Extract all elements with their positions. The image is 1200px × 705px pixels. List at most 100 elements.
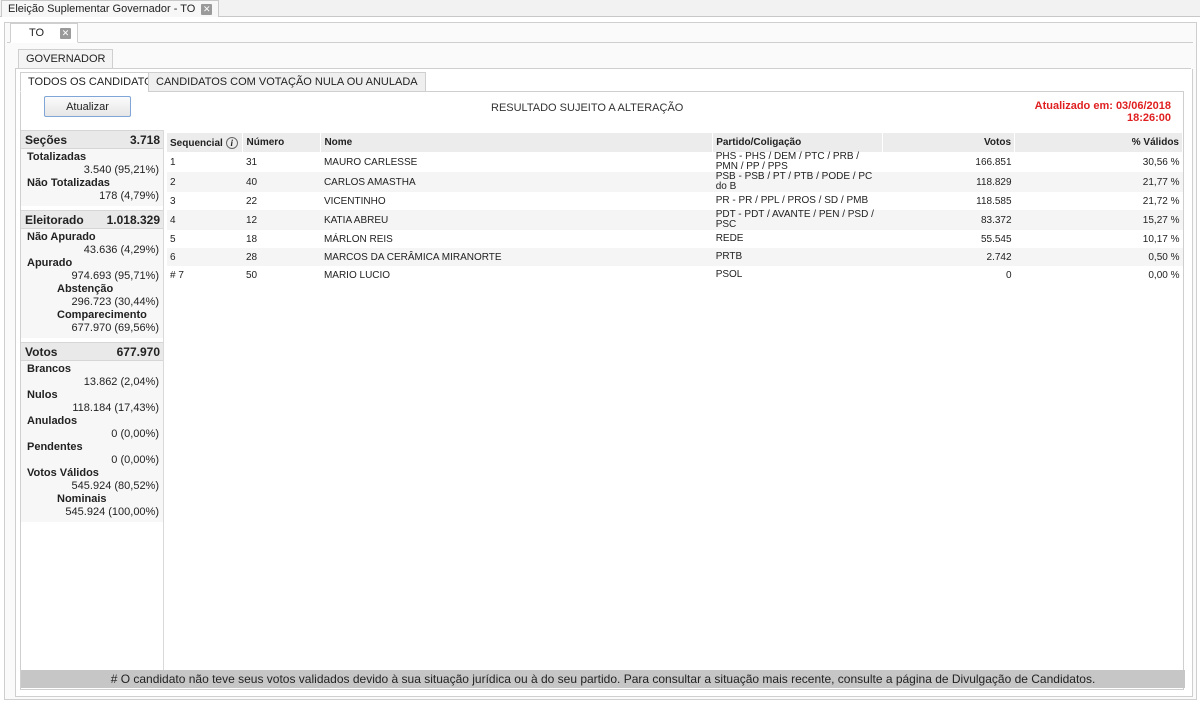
cell-validos: 21,77 % <box>1014 172 1183 192</box>
updated-time: 18:26:00 <box>1126 112 1171 124</box>
eleitorado-label: Eleitorado <box>25 212 84 227</box>
cell-nome: MAURO CARLESSE <box>323 156 418 168</box>
apurado-label: Apurado <box>27 257 73 269</box>
refresh-button[interactable]: Atualizar <box>44 96 131 117</box>
votos-label: Votos <box>25 344 58 359</box>
close-icon[interactable]: ✕ <box>60 27 71 39</box>
summary-sidebar: Seções 3.718 Totalizadas 3.540 (95,21%) … <box>21 130 164 670</box>
brancos-label: Brancos <box>27 363 72 375</box>
cell-seq: 1 <box>170 156 176 168</box>
tab-todos-candidatos[interactable]: TODOS OS CANDIDATOS <box>20 72 169 92</box>
close-icon[interactable]: ✕ <box>201 3 213 15</box>
votos-block: Brancos 13.862 (2,04%) Nulos 118.184 (17… <box>21 361 163 522</box>
cell-partido: PR - PR / PPL / PROS / SD / PMB <box>715 195 869 206</box>
cell-numero: 18 <box>245 233 258 245</box>
col-nome[interactable]: Nome <box>320 133 714 152</box>
pendentes-label: Pendentes <box>27 441 83 453</box>
cell-votos: 2.742 <box>882 248 1015 266</box>
nao-totalizadas-value: 178 (4,79%) <box>99 190 159 202</box>
col-partido[interactable]: Partido/Coligação <box>712 133 884 152</box>
cell-partido: REDE <box>715 233 744 244</box>
cell-validos: 30,56 % <box>1142 156 1180 168</box>
votos-value: 677.970 <box>116 344 160 359</box>
col-validos[interactable]: % Válidos <box>1014 133 1183 152</box>
totalizadas-label: Totalizadas <box>27 151 87 163</box>
eleitorado-block: Não Apurado 43.636 (4,29%) Apurado 974.6… <box>21 229 163 338</box>
totalizadas-value: 3.540 (95,21%) <box>83 164 159 176</box>
nao-totalizadas-label: Não Totalizadas <box>27 177 110 189</box>
cell-votos: 166.851 <box>975 156 1012 168</box>
cell-partido: PHS - PHS / DEM / PTC / PRB / PMN / PP /… <box>715 151 860 172</box>
main-panel: TO ✕ GOVERNADOR TODOS OS CANDIDATOS CAND… <box>4 22 1197 700</box>
anulados-label: Anulados <box>27 415 78 427</box>
abstencao-value: 296.723 (30,44%) <box>71 296 159 308</box>
secoes-block: Totalizadas 3.540 (95,21%) Não Totalizad… <box>21 149 163 206</box>
col-numero[interactable]: Número <box>242 133 322 152</box>
table-row: 4 12 KATIA ABREU PDT - PDT / AVANTE / PE… <box>167 210 1183 230</box>
votos-validos-label: Votos Válidos <box>27 467 99 479</box>
col-sequencial-label: Sequencial <box>170 137 223 149</box>
tab-candidatos-nula-anulada[interactable]: CANDIDATOS COM VOTAÇÃO NULA OU ANULADA <box>148 72 426 92</box>
candidate-tab-bar: TODOS OS CANDIDATOS CANDIDATOS COM VOTAÇ… <box>20 72 1184 92</box>
tab-label: CANDIDATOS COM VOTAÇÃO NULA OU ANULADA <box>156 76 418 88</box>
pendentes-value: 0 (0,00%) <box>111 454 159 466</box>
cell-nome: VICENTINHO <box>323 195 386 207</box>
brancos-value: 13.862 (2,04%) <box>83 376 159 388</box>
cell-nome: CARLOS AMASTHA <box>320 172 713 192</box>
col-sequencial[interactable]: Sequencial i <box>167 133 244 152</box>
cell-seq: 2 <box>167 172 243 192</box>
cell-nome: MÁRLON REIS <box>323 233 393 245</box>
cell-votos: 118.585 <box>976 195 1012 207</box>
updated-timestamp: Atualizado em: 03/06/2018 18:26:00 <box>1021 100 1171 124</box>
table-row: 6 28 MARCOS DA CERÂMICA MIRANORTE PRTB 2… <box>167 248 1183 266</box>
notice-text: RESULTADO SUJEITO A ALTERAÇÃO <box>491 102 684 114</box>
cell-numero: 40 <box>242 172 321 192</box>
cell-validos: 15,27 % <box>1014 210 1183 230</box>
table-header-row: Sequencial i Número Nome Partido/Coligaçã… <box>167 133 1183 152</box>
info-icon[interactable]: i <box>225 136 238 149</box>
cell-partido: PSB - PSB / PT / PTB / PODE / PC do B <box>712 172 883 192</box>
cell-votos: 118.829 <box>882 172 1015 192</box>
table-row: # 7 50 MARIO LUCIO PSOL 0 0,00 % <box>167 266 1183 284</box>
cell-numero: 50 <box>245 269 258 281</box>
secoes-header: Seções 3.718 <box>21 130 163 149</box>
cell-partido: PDT - PDT / AVANTE / PEN / PSD / PSC <box>712 210 883 230</box>
secoes-value: 3.718 <box>129 132 160 147</box>
cell-votos: 0 <box>1005 269 1012 281</box>
cargo-tab-bar: GOVERNADOR <box>15 49 1191 69</box>
state-tab-label: TO <box>29 27 45 39</box>
window-tab-bar: Eleição Suplementar Governador - TO ✕ <box>0 0 1200 17</box>
cargo-panel: TODOS OS CANDIDATOS CANDIDATOS COM VOTAÇ… <box>15 69 1193 697</box>
state-tab-bar: TO ✕ <box>7 23 1193 43</box>
window-tab[interactable]: Eleição Suplementar Governador - TO ✕ <box>1 0 220 17</box>
nao-apurado-value: 43.636 (4,29%) <box>83 244 159 256</box>
nominais-value: 545.924 (100,00%) <box>65 506 159 518</box>
cell-votos: 83.372 <box>882 210 1015 230</box>
tab-to[interactable]: TO ✕ <box>10 23 78 43</box>
cell-numero: 12 <box>242 210 321 230</box>
cell-seq: # 7 <box>170 269 184 281</box>
table-row: 2 40 CARLOS AMASTHA PSB - PSB / PT / PTB… <box>167 172 1183 192</box>
footer-note: # O candidato não teve seus votos valida… <box>21 670 1185 688</box>
cell-partido: PRTB <box>712 248 883 266</box>
cell-votos: 55.545 <box>980 233 1012 245</box>
results-content: Atualizar RESULTADO SUJEITO A ALTERAÇÃO … <box>20 92 1185 690</box>
cell-seq: 3 <box>170 195 176 207</box>
cell-numero: 28 <box>242 248 321 266</box>
cell-nome: KATIA ABREU <box>320 210 713 230</box>
cell-validos: 0,00 % <box>1148 269 1180 281</box>
cell-numero: 31 <box>245 156 258 168</box>
tab-label: TODOS OS CANDIDATOS <box>28 76 161 88</box>
col-votos[interactable]: Votos <box>882 133 1016 152</box>
cell-seq: 5 <box>170 233 176 245</box>
apurado-value: 974.693 (95,71%) <box>71 270 159 282</box>
tab-governador[interactable]: GOVERNADOR <box>18 49 114 69</box>
nulos-value: 118.184 (17,43%) <box>72 402 159 414</box>
votos-validos-value: 545.924 (80,52%) <box>71 480 159 492</box>
results-table-container: Sequencial i Número Nome Partido/Coligaçã… <box>167 133 1183 284</box>
eleitorado-value: 1.018.329 <box>106 212 160 227</box>
nulos-label: Nulos <box>27 389 58 401</box>
cell-validos: 21,72 % <box>1142 195 1180 207</box>
secoes-label: Seções <box>25 132 68 147</box>
cell-partido: PSOL <box>715 269 743 280</box>
